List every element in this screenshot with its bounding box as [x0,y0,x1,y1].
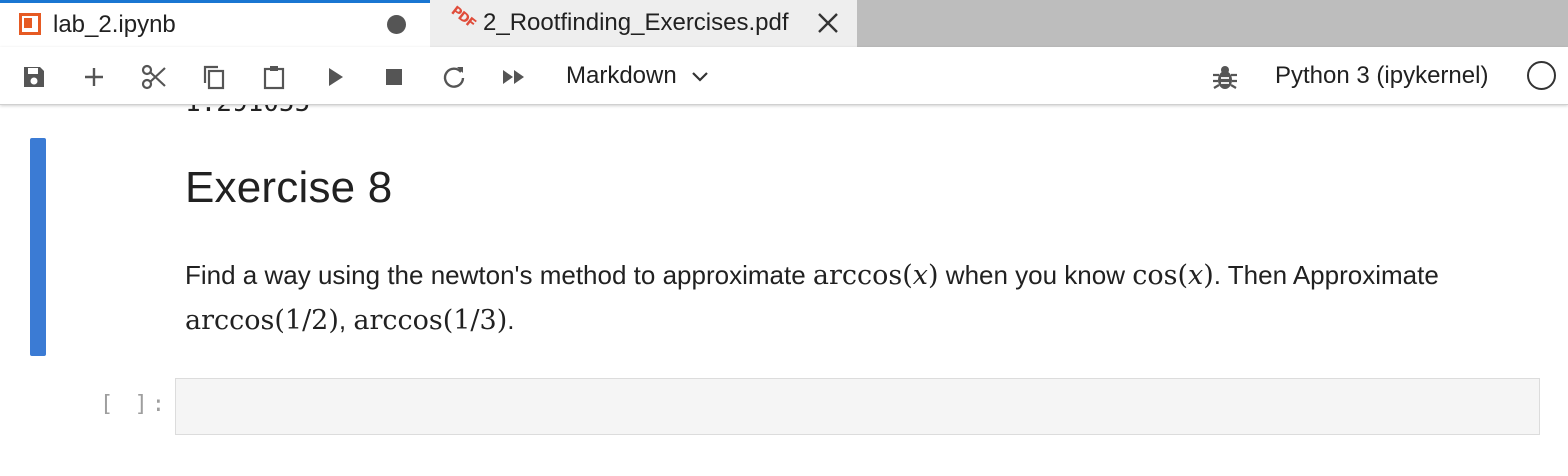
text-span: . [507,305,515,335]
restart-icon [443,67,465,88]
paste-button[interactable] [257,60,291,94]
math-token: cos [1132,260,1178,291]
add-cell-icon [85,68,103,86]
code-cell-prompt: [ ]: [100,392,169,417]
run-icon [329,68,343,86]
tab-bar: lab_2.ipynb PDF 2_Rootfinding_Exercises.… [0,0,1568,47]
unsaved-changes-icon[interactable] [387,15,406,34]
kernel-status-icon [1527,61,1556,90]
math-expression: arccos(x) [813,260,939,291]
cell-type-label: Markdown [566,62,677,89]
math-token: x [912,260,929,291]
math-expression: arccos(1/2) [185,305,339,336]
copy-icon [203,65,225,90]
copy-button[interactable] [197,60,231,94]
tab-pdf[interactable]: PDF 2_Rootfinding_Exercises.pdf [430,0,858,47]
stop-icon [386,69,402,85]
save-icon [24,67,44,87]
math-token: x [1188,260,1204,291]
stop-button[interactable] [377,60,411,94]
markdown-paragraph: Find a way using the newton's method to … [185,253,1515,343]
tab-label: lab_2.ipynb [53,11,176,38]
cut-icon [141,64,166,90]
math-expression: cos(x) [1132,260,1214,291]
notebook-icon [19,13,41,35]
markdown-heading: Exercise 8 [185,163,393,212]
close-icon[interactable] [814,9,842,37]
chevron-down-icon [691,72,708,82]
restart-button[interactable] [437,60,471,94]
text-span: when you know [938,260,1133,290]
tab-label: 2_Rootfinding_Exercises.pdf [483,9,789,36]
tab-notebook[interactable]: lab_2.ipynb [0,0,430,47]
notebook-panel: 1.291055 Exercise 8 Find a way using the… [0,105,1568,476]
math-expression: arccos(1/3) [353,305,508,336]
code-cell-input[interactable] [175,378,1540,435]
debugger-icon[interactable] [1210,63,1240,93]
math-token: arccos [812,260,903,291]
cell-type-dropdown[interactable]: Markdown [566,62,711,90]
add-cell-button[interactable] [77,60,111,94]
notebook-toolbar: Markdown Python 3 (ipykernel) [0,47,1568,105]
text-span: , [338,305,354,335]
math-token: ) [928,260,939,291]
paste-icon [263,66,285,90]
math-token: ) [1203,260,1214,291]
math-token: ( [902,260,913,291]
cell-output: 1.291055 [185,105,310,118]
math-token: ( [1177,260,1189,291]
active-cell-indicator[interactable] [30,138,46,356]
text-span: . Then Approximate [1213,260,1439,290]
kernel-name[interactable]: Python 3 (ipykernel) [1275,62,1488,90]
run-all-icon [503,70,524,84]
pdf-icon: PDF [447,3,478,32]
text-span: Find a way using the newton's method to … [185,260,813,290]
cut-button[interactable] [137,60,171,94]
save-button[interactable] [17,60,51,94]
run-all-button[interactable] [497,60,531,94]
run-button[interactable] [318,60,352,94]
